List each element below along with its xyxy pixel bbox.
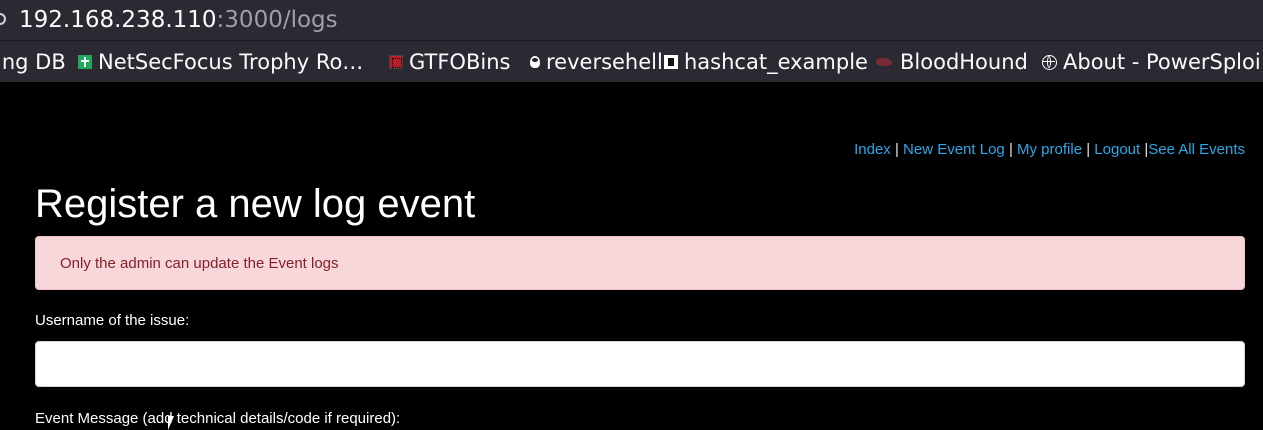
nav-see-all-events-link[interactable]: See All Events (1148, 141, 1245, 158)
bookmark-label: ing DB (0, 50, 66, 74)
mouse-cursor-icon (168, 416, 174, 430)
bookmark-label: NetSecFocus Trophy Ro… (98, 50, 364, 74)
username-input[interactable] (35, 341, 1245, 387)
event-message-label: Event Message (add technical details/cod… (35, 410, 401, 427)
bookmark-label: hashcat_example (684, 50, 868, 74)
bookmark-powersploit[interactable]: About - PowerSploi (1042, 49, 1261, 75)
bookmark-reverseshell[interactable]: reversehell (530, 49, 663, 75)
bookmark-label: About - PowerSploi (1063, 50, 1261, 74)
nav-logout-link[interactable]: Logout (1094, 141, 1140, 158)
bookmarks-bar: ing DB NetSecFocus Trophy Ro… GTFOBins r… (0, 40, 1263, 82)
url-bar[interactable]: 192.168.238.110:3000/logs (0, 0, 1263, 40)
green-plus-icon (78, 55, 92, 69)
bookmark-label: GTFOBins (409, 50, 511, 74)
url-path: :3000/logs (216, 7, 338, 33)
lock-icon[interactable] (0, 13, 6, 25)
url-host: 192.168.238.110 (19, 7, 217, 33)
bookmark-label: BloodHound (900, 50, 1028, 74)
hashcat-icon (664, 55, 678, 69)
bookmark-bloodhound[interactable]: BloodHound (876, 49, 1028, 75)
nav-my-profile-link[interactable]: My profile (1017, 141, 1082, 158)
nav-separator: | (1008, 141, 1013, 158)
nav-new-event-log-link[interactable]: New Event Log (903, 141, 1005, 158)
bookmark-gtfobins[interactable]: GTFOBins (389, 49, 510, 75)
bookmark-vulnerability-db[interactable]: ing DB (0, 49, 66, 75)
page-title: Register a new log event (35, 182, 476, 226)
bloodhound-icon (876, 56, 894, 68)
nav-index-link[interactable]: Index (854, 141, 891, 158)
gtfobins-icon (389, 55, 403, 69)
nav-separator: | (894, 141, 899, 158)
bookmark-hashcat[interactable]: hashcat_example (664, 49, 868, 75)
nav-separator: | (1086, 141, 1091, 158)
top-nav: Index | New Event Log | My profile | Log… (854, 141, 1245, 158)
alert-text: Only the admin can update the Event logs (60, 254, 339, 272)
username-label: Username of the issue: (35, 312, 190, 329)
penguin-icon (530, 56, 540, 68)
bookmark-label: reversehell (546, 50, 663, 74)
admin-only-alert: Only the admin can update the Event logs (35, 236, 1245, 290)
url-text[interactable]: 192.168.238.110:3000/logs (19, 6, 338, 34)
globe-icon (1042, 54, 1057, 70)
bookmark-netsecfocus[interactable]: NetSecFocus Trophy Ro… (78, 49, 363, 75)
